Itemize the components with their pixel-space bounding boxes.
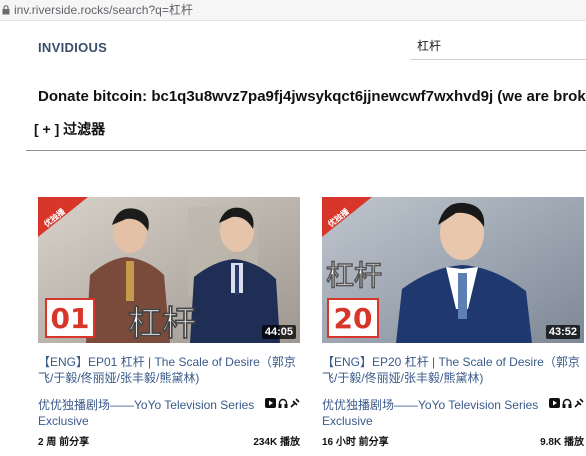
satellite-icon[interactable]	[574, 398, 584, 408]
video-card: 优独播 01 杠杆 44:05 【ENG】EP01 杠杆 | The Scale…	[38, 197, 300, 448]
headphones-icon[interactable]	[562, 398, 572, 408]
site-logo-link[interactable]: INVIDIOUS	[38, 40, 107, 55]
video-duration: 44:05	[261, 325, 296, 339]
video-thumbnail[interactable]: 优独播 杠杆 20 43:52	[322, 197, 584, 343]
video-card: 优独播 杠杆 20 43:52 【ENG】EP20 杠杆 | The Scale…	[322, 197, 584, 448]
upload-date: 2 周 前分享	[38, 437, 90, 448]
video-title-link[interactable]: 【ENG】EP20 杠杆 | The Scale of Desire（郭京飞/于…	[322, 354, 584, 386]
show-logo: 杠杆	[326, 259, 382, 292]
thumbnail-image: 优独播 01 杠杆	[38, 197, 300, 343]
url-text: inv.riverside.rocks/search?q=杠杆	[14, 3, 193, 17]
satellite-icon[interactable]	[290, 398, 300, 408]
search-input[interactable]: 杠杆	[410, 32, 586, 60]
headphones-icon[interactable]	[278, 398, 288, 408]
video-duration: 43:52	[545, 325, 580, 339]
donate-banner: Donate bitcoin: bc1q3u8wvz7pa9fj4jwsykqc…	[38, 88, 586, 105]
video-title-link[interactable]: 【ENG】EP01 杠杆 | The Scale of Desire（郭京飞/于…	[38, 354, 300, 386]
play-icon[interactable]	[549, 398, 560, 408]
channel-link[interactable]: 优优独播剧场——YoYo Television Series Exclusive	[38, 397, 262, 429]
video-thumbnail[interactable]: 优独播 01 杠杆 44:05	[38, 197, 300, 343]
channel-link[interactable]: 优优独播剧场——YoYo Television Series Exclusive	[322, 397, 546, 429]
view-count: 234K 播放	[253, 437, 300, 448]
thumbnail-image: 优独播 杠杆 20	[322, 197, 584, 343]
lock-icon	[2, 5, 10, 15]
episode-label: 01	[51, 302, 90, 335]
filters-toggle[interactable]: [ + ] 过滤器	[34, 119, 105, 139]
episode-label: 20	[334, 302, 373, 335]
divider	[26, 150, 586, 151]
view-count: 9.8K 播放	[540, 437, 584, 448]
browser-address-bar[interactable]: inv.riverside.rocks/search?q=杠杆	[0, 0, 586, 21]
show-logo: 杠杆	[128, 304, 196, 343]
play-icon[interactable]	[265, 398, 276, 408]
upload-date: 16 小时 前分享	[322, 437, 389, 448]
